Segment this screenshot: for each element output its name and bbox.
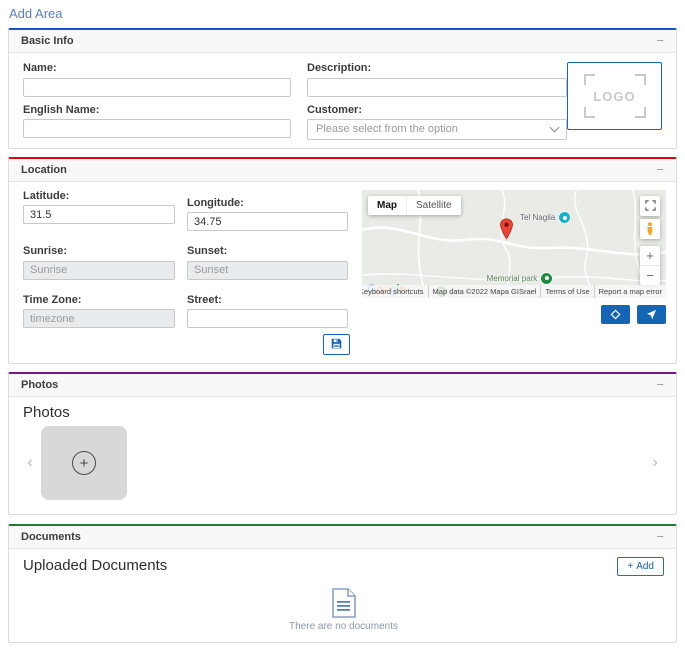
name-input[interactable] — [23, 78, 291, 97]
google-map[interactable]: Map Satellite + − Tel Nagila — [362, 190, 666, 298]
plus-icon: + — [627, 561, 633, 572]
basic-info-title: Basic Info — [21, 35, 74, 47]
collapse-icon[interactable]: − — [656, 165, 664, 175]
directions-button[interactable] — [601, 305, 630, 324]
save-location-button[interactable] — [323, 334, 350, 355]
collapse-icon[interactable]: − — [656, 532, 664, 542]
pegman-icon — [645, 222, 655, 236]
plus-circle-icon: + — [72, 451, 96, 475]
chevron-down-icon — [550, 122, 560, 132]
customer-select[interactable]: Please select from the option — [307, 119, 567, 140]
name-label: Name: — [23, 62, 291, 74]
no-documents-text: There are no documents — [289, 621, 398, 632]
fullscreen-button[interactable] — [640, 196, 660, 216]
sunset-label: Sunset: — [187, 245, 348, 257]
locate-button[interactable] — [637, 305, 666, 324]
poi-label: Tel Nagila — [520, 213, 555, 222]
poi-memorial-park[interactable]: Memorial park — [487, 272, 554, 285]
photos-card: Photos − Photos ‹ + › — [8, 372, 677, 515]
customer-select-placeholder: Please select from the option — [316, 123, 458, 135]
basic-info-card: Basic Info − Name: English Name: Descrip… — [8, 28, 677, 149]
street-input[interactable] — [187, 309, 348, 328]
photos-body: Photos ‹ + › — [9, 397, 676, 514]
timezone-input — [23, 309, 175, 328]
documents-card: Documents − Uploaded Documents + Add The… — [8, 524, 677, 643]
basic-info-header: Basic Info − — [9, 30, 676, 53]
map-attribution: Keyboard shortcuts Map data ©2022 Mapa G… — [362, 285, 666, 298]
location-title: Location — [21, 164, 67, 176]
poi-teal-icon — [558, 211, 571, 224]
documents-empty-state: There are no documents — [23, 588, 664, 632]
photos-carousel: ‹ + › — [23, 426, 662, 500]
sunset-input — [187, 261, 348, 280]
logo-corner-icon — [635, 74, 646, 85]
keyboard-shortcuts-link[interactable]: Keyboard shortcuts — [362, 285, 428, 298]
floppy-disk-icon — [331, 337, 342, 352]
poi-tel-nagila[interactable]: Tel Nagila — [520, 211, 571, 224]
terms-of-use-link[interactable]: Terms of Use — [540, 285, 593, 298]
pegman-streetview-button[interactable] — [640, 219, 660, 239]
carousel-prev-icon[interactable]: ‹ — [23, 454, 37, 472]
uploaded-documents-label: Uploaded Documents — [23, 557, 167, 574]
add-area-breadcrumb-link[interactable]: Add Area — [0, 0, 685, 28]
logo-corner-icon — [635, 107, 646, 118]
logo-corner-icon — [584, 74, 595, 85]
collapse-icon[interactable]: − — [656, 36, 664, 46]
photos-title: Photos — [21, 379, 58, 391]
customer-label: Customer: — [307, 104, 567, 116]
zoom-out-button[interactable]: − — [640, 266, 660, 285]
add-photo-button[interactable]: + — [41, 426, 127, 500]
report-map-error-link[interactable]: Report a map error — [594, 285, 666, 298]
directions-diamond-icon — [610, 309, 621, 320]
location-card: Location − Latitude: Longitude: Sunrise:… — [8, 157, 677, 365]
description-label: Description: — [307, 62, 567, 74]
english-name-input[interactable] — [23, 119, 291, 138]
add-document-button[interactable]: + Add — [617, 557, 664, 576]
carousel-next-icon[interactable]: › — [648, 454, 662, 472]
map-data-text: Map data ©2022 Mapa GISrael — [428, 285, 541, 298]
documents-title: Documents — [21, 531, 81, 543]
latitude-label: Latitude: — [23, 190, 175, 202]
satellite-tab[interactable]: Satellite — [406, 196, 461, 215]
longitude-label: Longitude: — [187, 197, 348, 209]
logo-frame: LOGO — [584, 74, 646, 118]
poi-park-icon — [540, 272, 553, 285]
english-name-label: English Name: — [23, 104, 291, 116]
zoom-in-button[interactable]: + — [640, 246, 660, 266]
red-map-marker-icon[interactable] — [499, 218, 514, 245]
navigation-arrow-icon — [646, 309, 657, 320]
timezone-label: Time Zone: — [23, 294, 175, 306]
logo-corner-icon — [584, 107, 595, 118]
sunrise-input — [23, 261, 175, 280]
photos-header: Photos − — [9, 374, 676, 397]
collapse-icon[interactable]: − — [656, 380, 664, 390]
documents-body: Uploaded Documents + Add There are no do… — [9, 549, 676, 642]
latitude-input[interactable] — [23, 205, 175, 224]
photos-label: Photos — [23, 404, 662, 421]
documents-header: Documents − — [9, 526, 676, 549]
location-header: Location − — [9, 159, 676, 182]
document-icon — [331, 588, 357, 618]
basic-info-body: Name: English Name: Description: Custome… — [9, 53, 676, 148]
map-tab[interactable]: Map — [368, 196, 406, 215]
street-label: Street: — [187, 294, 348, 306]
location-body: Latitude: Longitude: Sunrise: Sunset: Ti… — [9, 182, 676, 364]
logo-placeholder-text: LOGO — [593, 89, 635, 104]
fullscreen-icon — [645, 200, 656, 211]
poi-label: Memorial park — [487, 274, 538, 283]
longitude-input[interactable] — [187, 212, 348, 231]
logo-upload-box[interactable]: LOGO — [567, 62, 662, 130]
sunrise-label: Sunrise: — [23, 245, 175, 257]
map-type-control: Map Satellite — [368, 196, 461, 215]
map-zoom-control: + − — [640, 246, 660, 285]
description-input[interactable] — [307, 78, 567, 97]
